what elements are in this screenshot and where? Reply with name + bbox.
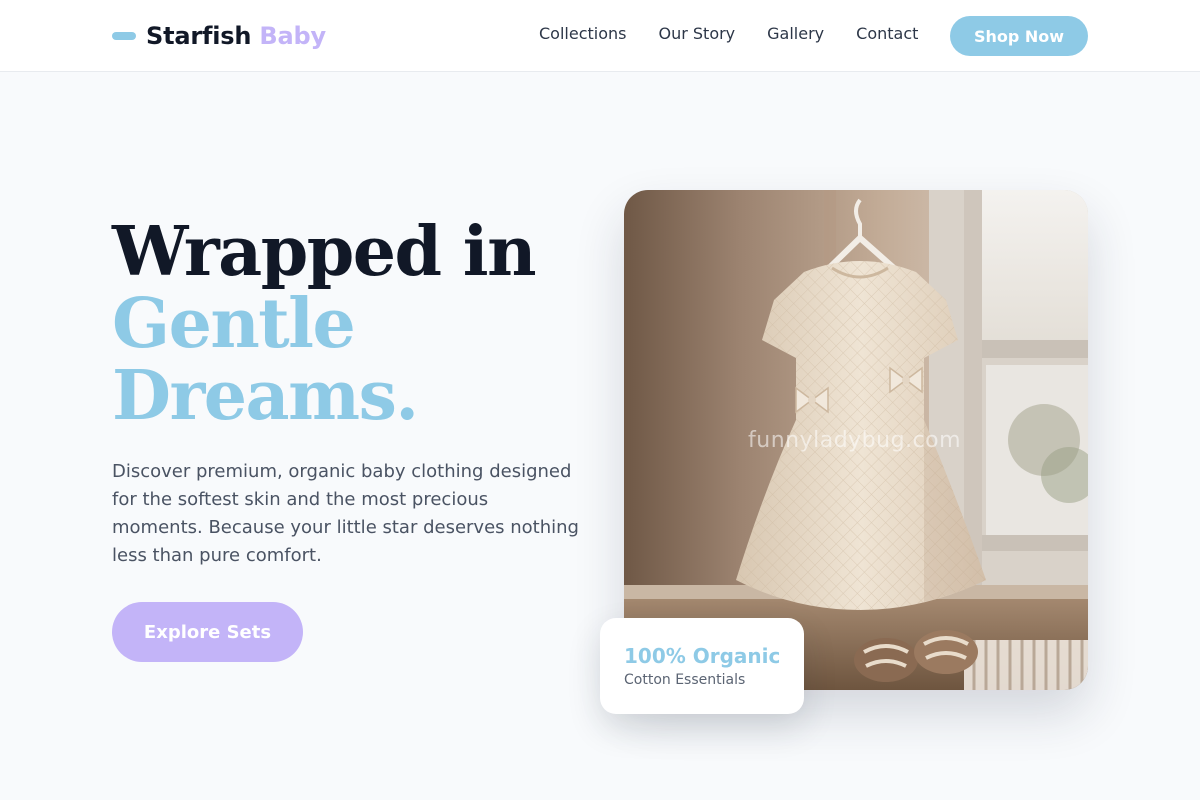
brand-logo[interactable]: Starfish Baby	[112, 19, 326, 53]
nav-link-collections[interactable]: Collections	[539, 24, 626, 44]
organic-badge-card: 100% Organic Cotton Essentials	[600, 618, 804, 714]
nav-link-contact[interactable]: Contact	[856, 24, 918, 44]
image-watermark: funnyladybug.com	[748, 428, 962, 453]
logo-mark-icon	[112, 32, 136, 40]
nav-item: Collections	[539, 24, 626, 44]
nav-link-our-story[interactable]: Our Story	[658, 24, 735, 44]
nav-links: Collections Our Story Gallery Contact	[539, 24, 918, 44]
brand-name-accent: Baby	[259, 22, 326, 50]
hero-title-line-2: Gentle	[112, 284, 356, 364]
hero-title-line-3: Dreams.	[112, 356, 419, 436]
nav-link-gallery[interactable]: Gallery	[767, 24, 824, 44]
explore-sets-button[interactable]: Explore Sets	[112, 602, 303, 662]
badge-title: 100% Organic	[624, 644, 781, 668]
hero-title-line-1: Wrapped in	[112, 212, 537, 292]
hero-product-image: funnyladybug.com	[624, 190, 1088, 690]
brand-name-main: Starfish	[146, 22, 252, 50]
hero-description: Discover premium, organic baby clothing …	[112, 461, 579, 566]
nav-item: Our Story	[658, 24, 735, 44]
hero-title: Wrapped in Gentle Dreams.	[112, 216, 582, 432]
brand-name: Starfish Baby	[146, 22, 326, 50]
shop-now-button[interactable]: Shop Now	[950, 16, 1088, 56]
badge-subtitle: Cotton Essentials	[624, 672, 746, 688]
nav-item: Contact	[856, 24, 918, 44]
top-navigation: Starfish Baby Collections Our Story Gall…	[0, 0, 1200, 72]
nav-item: Gallery	[767, 24, 824, 44]
